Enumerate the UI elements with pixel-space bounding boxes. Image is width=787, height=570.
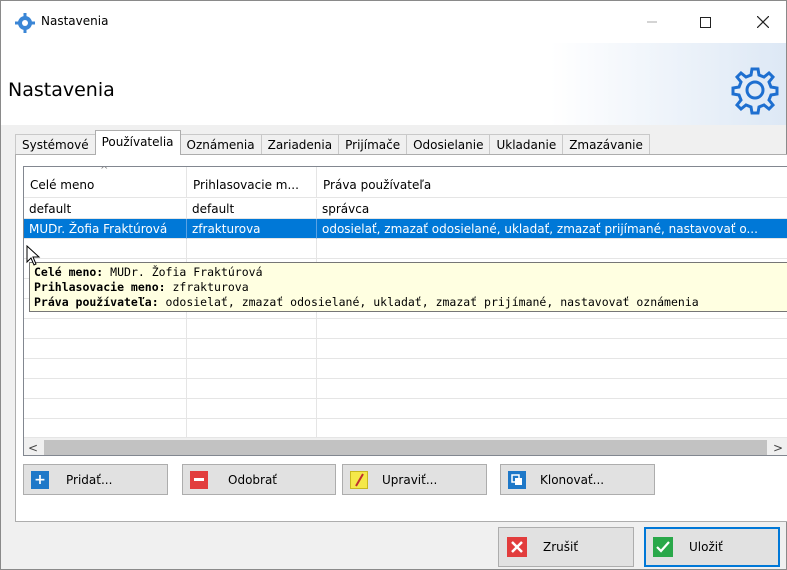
tab-sending[interactable]: Odosielanie [406,134,491,155]
cell-rights: odosielať, zmazať odosielané, ukladať, z… [317,219,787,239]
edit-user-button[interactable]: Upraviť... [342,464,487,495]
checkmark-icon [653,537,673,557]
clone-icon [508,470,526,489]
empty-cell [317,399,787,419]
empty-cell [24,239,187,259]
empty-cell [317,419,787,439]
add-user-button[interactable]: + Pridať... [23,464,168,495]
cell-login: default [187,199,317,219]
window-title: Nastavenia [41,14,109,28]
cell-login: zfrakturova [187,219,317,239]
empty-cell [24,339,187,359]
mouse-cursor-icon [26,245,41,266]
save-button[interactable]: Uložiť [644,527,780,567]
empty-table-row [24,359,787,379]
empty-cell [187,239,317,259]
empty-cell [317,319,787,339]
column-header-login[interactable]: Prihlasovacie m... [187,167,317,198]
maximize-icon [699,16,711,28]
settings-gear-icon [731,67,779,115]
tab-deletion[interactable]: Zmazávanie [562,134,650,155]
cross-icon [507,537,527,557]
empty-cell [187,319,317,339]
tooltip-login-label: Prihlasovacie meno: [34,280,166,294]
sort-ascending-icon: ^ [100,167,109,176]
horizontal-scrollbar[interactable]: < > [24,437,787,455]
tooltip-rights-label: Práva používateľa: [34,295,159,309]
empty-cell [187,399,317,419]
add-button-label: Pridať... [66,472,113,487]
empty-table-row [24,399,787,419]
scroll-left-icon[interactable]: < [24,438,42,455]
remove-user-button[interactable]: Odobrať [182,464,336,495]
clone-user-button[interactable]: Klonovať... [500,464,655,495]
column-header-rights[interactable]: Práva používateľa [317,167,787,198]
save-button-label: Uložiť [689,540,723,554]
empty-cell [187,359,317,379]
scrollbar-thumb[interactable] [44,440,767,455]
tooltip-rights-value: odosielať, zmazať odosielané, ukladať, z… [158,295,699,309]
empty-cell [187,379,317,399]
maximize-button[interactable] [682,1,728,43]
empty-cell [24,419,187,439]
remove-button-label: Odobrať [228,472,278,487]
minus-icon [190,470,208,489]
empty-cell [187,339,317,359]
cell-rights: správca [317,199,787,219]
empty-cell [317,339,787,359]
empty-table-row [24,239,787,259]
tooltip-line-name: Celé meno: MUDr. Žofia Fraktúrová [34,265,787,280]
empty-table-row [24,379,787,399]
row-tooltip: Celé meno: MUDr. Žofia Fraktúrová Prihla… [29,262,787,312]
scroll-right-icon[interactable]: > [769,438,787,455]
tooltip-line-rights: Práva používateľa: odosielať, zmazať odo… [34,295,787,310]
tooltip-login-value: zfrakturova [165,280,249,294]
column-header-full-name[interactable]: Celé meno ^ [24,167,187,198]
empty-cell [187,419,317,439]
empty-cell [24,399,187,419]
column-header-label: Prihlasovacie m... [193,178,299,192]
empty-table-row [24,419,787,439]
dialog-header: Nastavenia [1,43,786,125]
plus-icon: + [31,470,49,489]
pencil-icon [350,470,368,489]
tab-users[interactable]: Používatelia [94,130,181,155]
tooltip-name-label: Celé meno: [34,265,104,279]
column-header-label: Práva používateľa [323,178,432,192]
table-row-selected[interactable]: MUDr. Žofia Fraktúrová zfrakturova odosi… [24,219,787,239]
empty-cell [24,379,187,399]
empty-cell [317,379,787,399]
close-icon [757,16,769,28]
cancel-button-label: Zrušiť [543,540,579,554]
page-title: Nastavenia [8,79,115,101]
cell-full-name: MUDr. Žofia Fraktúrová [24,219,187,239]
settings-window: Nastavenia Nastavenia Systémové Používat… [0,0,787,570]
tooltip-line-login: Prihlasovacie meno: zfrakturova [34,280,787,295]
gear-icon [15,13,35,33]
edit-button-label: Upraviť... [382,472,438,487]
empty-cell [24,319,187,339]
minimize-button[interactable] [629,1,675,43]
table-header: Celé meno ^ Prihlasovacie m... Práva pou… [24,167,787,198]
cancel-button[interactable]: Zrušiť [498,527,634,567]
tab-devices[interactable]: Zariadenia [260,134,340,155]
close-button[interactable] [740,1,786,43]
tooltip-name-value: MUDr. Žofia Fraktúrová [103,265,263,279]
empty-table-row [24,339,787,359]
column-header-label: Celé meno [30,178,95,192]
cell-full-name: default [24,199,187,219]
clone-button-label: Klonovať... [540,472,605,487]
empty-table-row [24,319,787,339]
tab-storage[interactable]: Ukladanie [489,134,564,155]
empty-cell [317,239,787,259]
tab-strip: Systémové Používatelia Oznámenia Zariade… [15,130,650,155]
minimize-icon [647,21,657,23]
table-row[interactable]: default default správca [24,199,787,219]
tab-receivers[interactable]: Prijímače [338,134,408,155]
title-bar: Nastavenia [1,1,786,43]
empty-cell [24,359,187,379]
tab-notifications[interactable]: Oznámenia [179,134,262,155]
tab-system[interactable]: Systémové [15,134,96,155]
empty-cell [317,359,787,379]
